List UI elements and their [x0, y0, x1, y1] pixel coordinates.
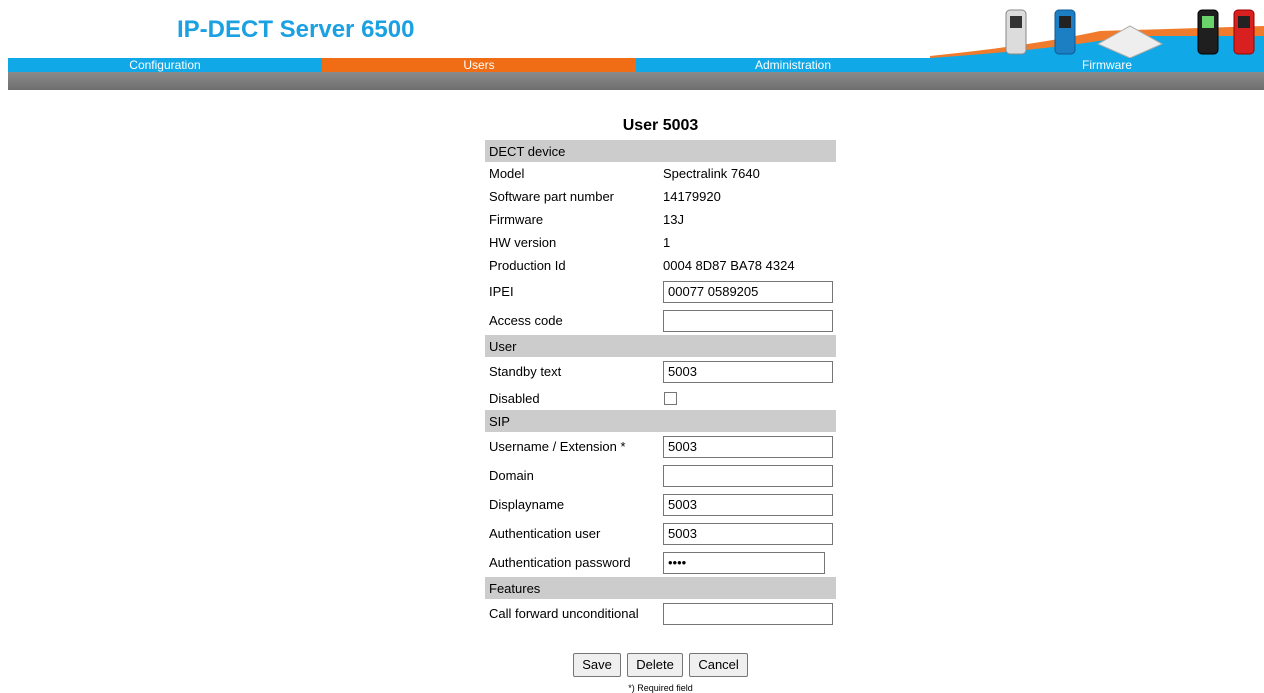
firmware-value: 13J: [663, 212, 684, 227]
section-header-user: User: [485, 335, 836, 357]
section-header-dect: DECT device: [485, 140, 836, 162]
main-nav: Configuration Users Administration Firmw…: [8, 58, 1264, 72]
header-devices-banner: [930, 9, 1264, 58]
auth-user-label: Authentication user: [489, 526, 601, 541]
save-button[interactable]: Save: [573, 653, 621, 677]
username-input[interactable]: [663, 435, 833, 458]
firmware-label: Firmware: [489, 212, 544, 227]
handset-icon: [1005, 9, 1027, 55]
software-part-value: 14179920: [663, 189, 721, 204]
required-field-note: *) Required field: [628, 683, 693, 693]
call-forward-input[interactable]: [663, 602, 833, 625]
delete-button[interactable]: Delete: [627, 653, 683, 677]
nav-users[interactable]: Users: [322, 58, 636, 72]
access-code-label: Access code: [489, 313, 563, 328]
form-actions: Save Delete Cancel: [485, 653, 836, 677]
hw-version-value: 1: [663, 235, 671, 250]
username-label: Username / Extension *: [489, 439, 626, 454]
standby-text-label: Standby text: [489, 364, 562, 379]
nav-configuration[interactable]: Configuration: [8, 58, 322, 72]
hw-version-label: HW version: [489, 235, 557, 250]
subnav-bar: [8, 72, 1264, 90]
nav-firmware[interactable]: Firmware: [950, 58, 1264, 72]
auth-password-label: Authentication password: [489, 555, 631, 570]
software-part-label: Software part number: [489, 189, 615, 204]
standby-text-input[interactable]: [663, 360, 833, 383]
auth-password-input[interactable]: [663, 551, 825, 574]
cancel-button[interactable]: Cancel: [689, 653, 748, 677]
handset-icon: [1197, 9, 1219, 55]
section-header-features: Features: [485, 577, 836, 599]
domain-input[interactable]: [663, 464, 833, 487]
access-code-input[interactable]: [663, 309, 833, 332]
handset-icon: [1233, 9, 1255, 55]
user-form: DECT device Model Spectralink 7640 Softw…: [485, 140, 836, 628]
ipei-label: IPEI: [489, 284, 514, 299]
page-title: User 5003: [622, 117, 699, 134]
displayname-label: Displayname: [489, 497, 565, 512]
domain-label: Domain: [489, 468, 534, 483]
displayname-input[interactable]: [663, 493, 833, 516]
call-forward-label: Call forward unconditional: [489, 606, 639, 621]
auth-user-input[interactable]: [663, 522, 833, 545]
production-id-label: Production Id: [489, 258, 566, 273]
handset-icon: [1054, 9, 1076, 55]
nav-administration[interactable]: Administration: [636, 58, 950, 72]
ipei-input[interactable]: [663, 280, 833, 303]
production-id-value: 0004 8D87 BA78 4324: [663, 258, 795, 273]
disabled-label: Disabled: [489, 390, 540, 406]
model-label: Model: [489, 166, 525, 181]
model-value: Spectralink 7640: [663, 166, 760, 181]
disabled-checkbox[interactable]: [664, 391, 677, 405]
section-header-sip: SIP: [485, 410, 836, 432]
app-title: IP-DECT Server 6500: [177, 16, 415, 43]
